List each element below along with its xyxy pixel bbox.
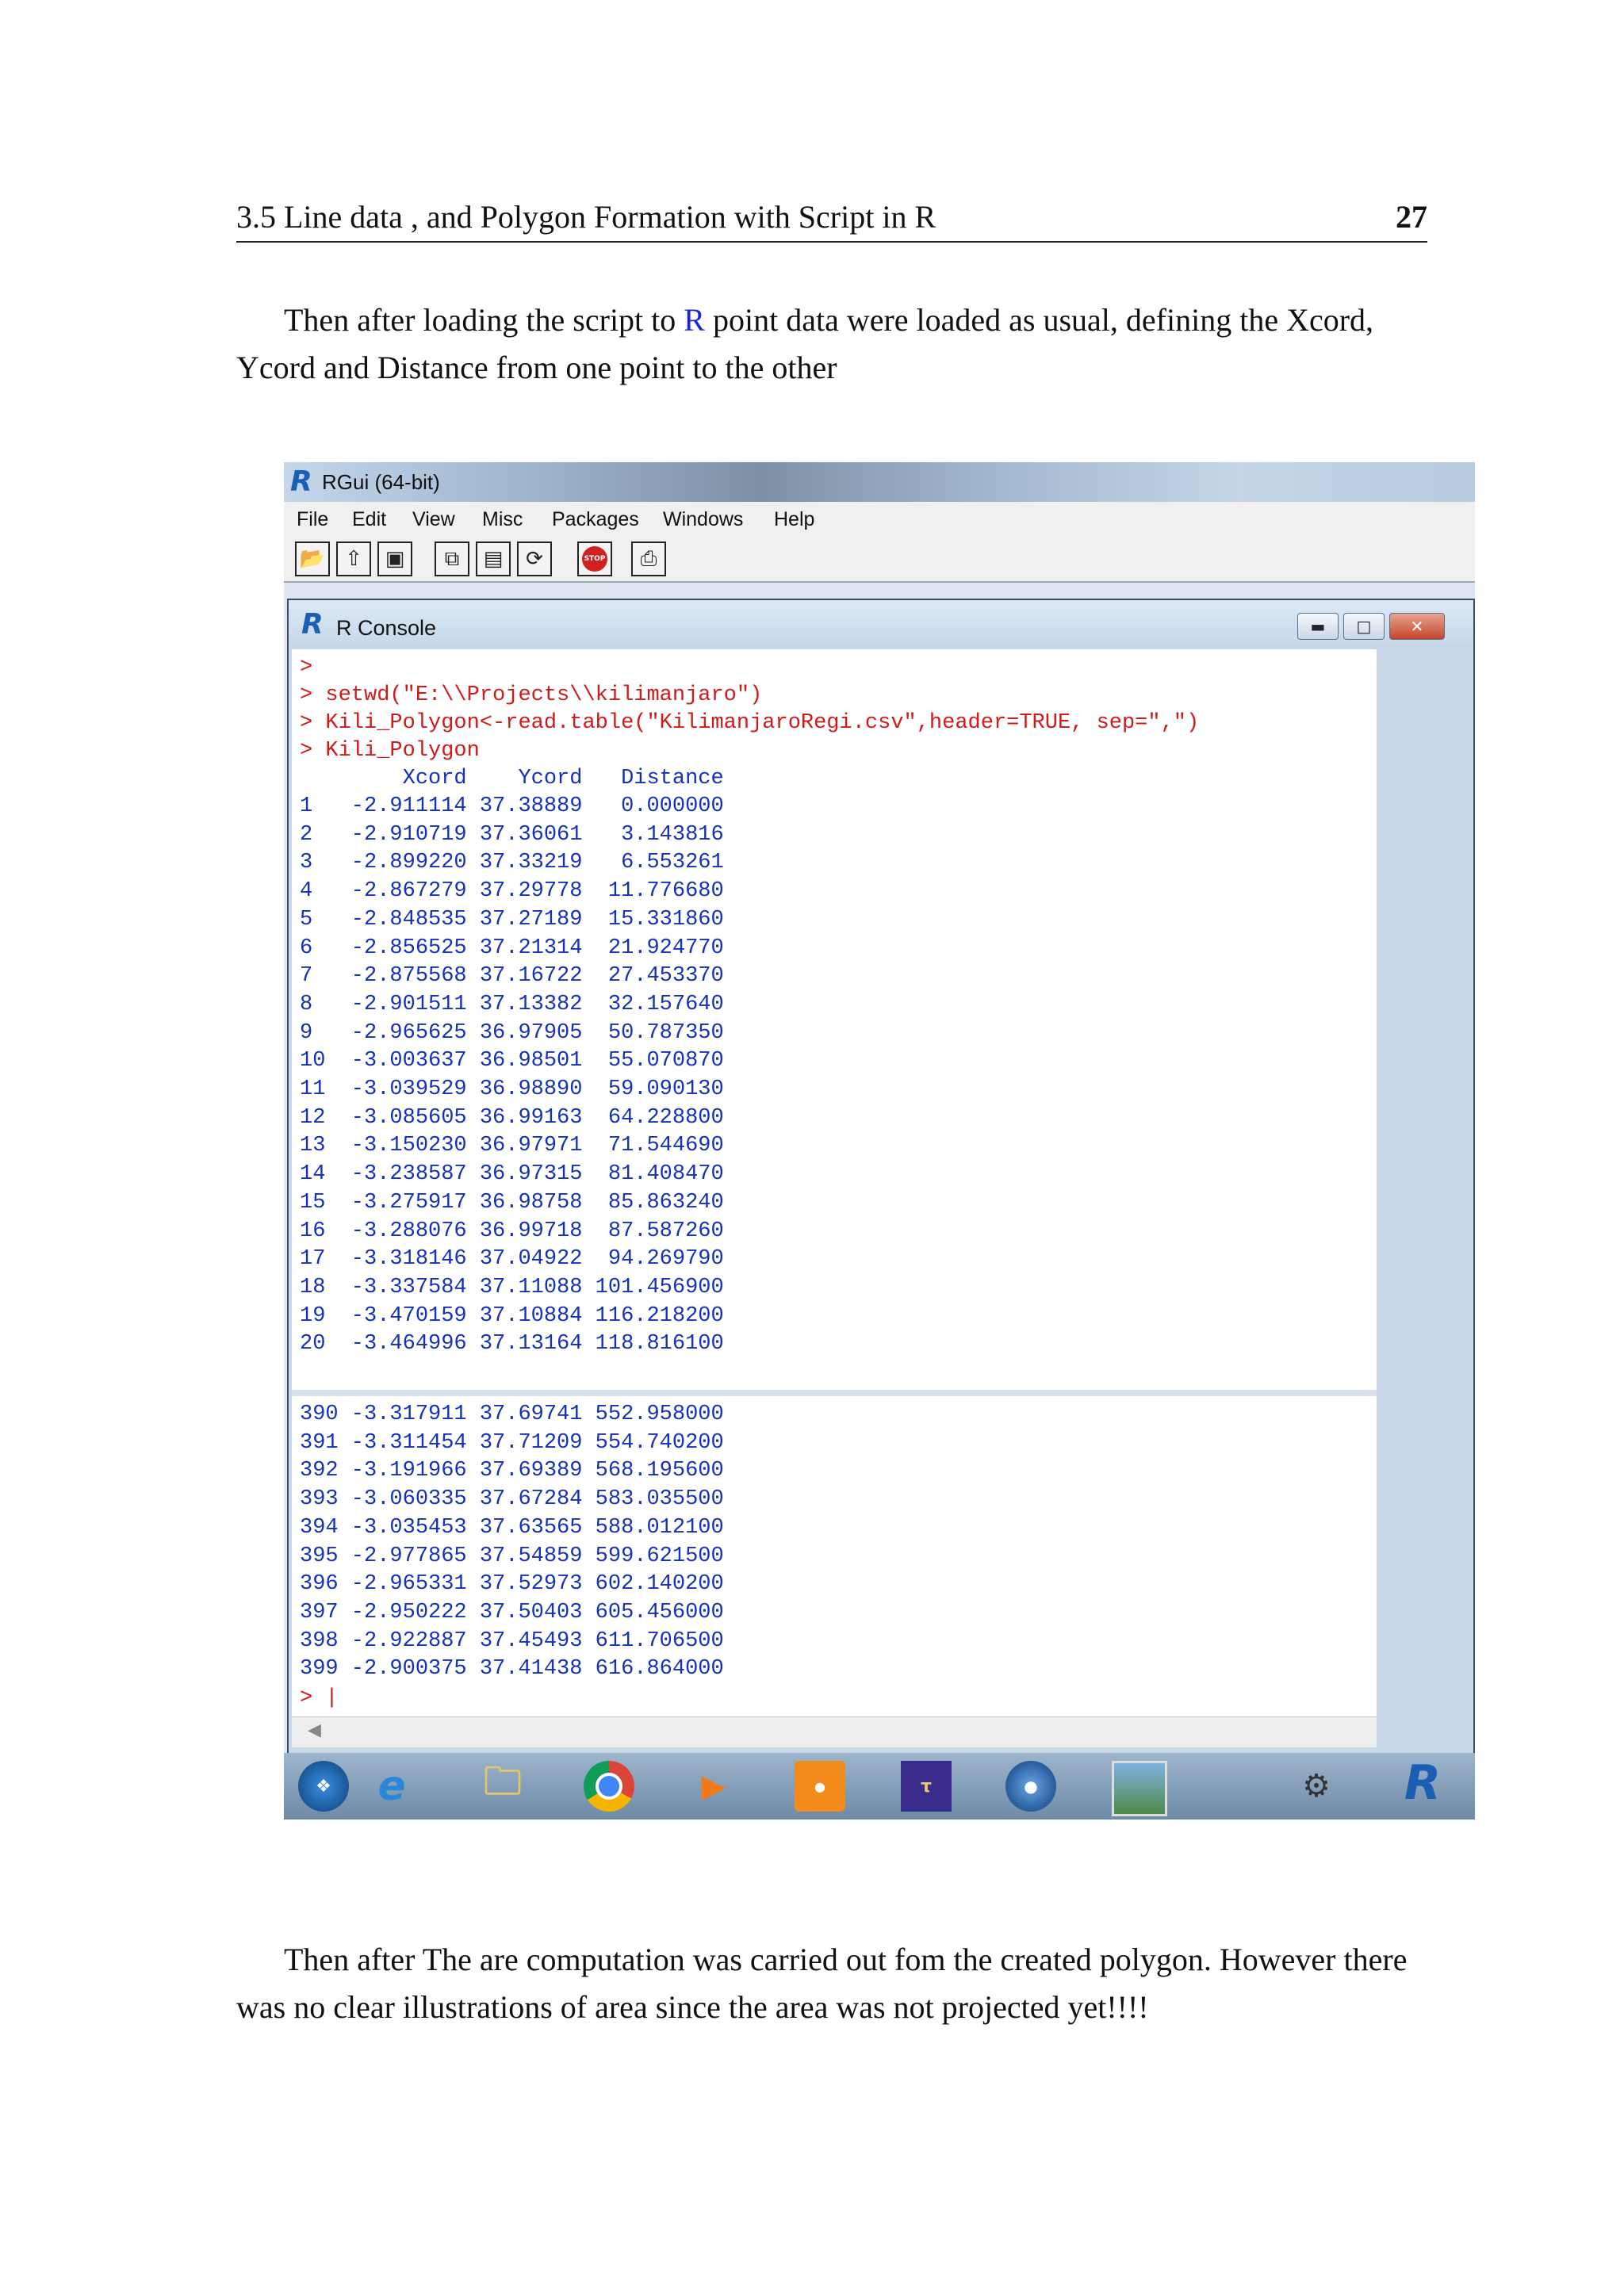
table-row: 12 -3.085605 36.99163 64.228800 xyxy=(300,1105,724,1130)
intro-paragraph: Then after loading the script to R point… xyxy=(236,297,1432,392)
table-row: 391 -3.311454 37.71209 554.740200 xyxy=(300,1430,724,1455)
table-row: 4 -2.867279 37.29778 11.776680 xyxy=(300,879,724,904)
table-row: 394 -3.035453 37.63565 588.012100 xyxy=(300,1515,724,1540)
console-command: > Kili_Polygon xyxy=(300,739,480,763)
table-row: 398 -2.922887 37.45493 611.706500 xyxy=(300,1628,724,1653)
chrome-center xyxy=(596,1773,622,1800)
menu-windows[interactable]: Windows xyxy=(663,508,743,531)
table-row: 20 -3.464996 37.13164 118.816100 xyxy=(300,1332,724,1357)
toolbar: 📂 ⇧ ▣ ⧉ ▤ ⟳ STOP ⎙ xyxy=(284,535,1475,583)
table-row: 397 -2.950222 37.50403 605.456000 xyxy=(300,1600,724,1624)
pdf-icon[interactable]: ● xyxy=(795,1761,845,1812)
table-row: 5 -2.848535 37.27189 15.331860 xyxy=(300,907,724,932)
table-row: 19 -3.470159 37.10884 116.218200 xyxy=(300,1303,724,1328)
file-explorer-icon[interactable]: 🗀 xyxy=(477,1759,528,1812)
r-link[interactable]: R xyxy=(684,302,705,338)
menu-help[interactable]: Help xyxy=(774,508,814,531)
table-row: 7 -2.875568 37.16722 27.453370 xyxy=(300,964,724,989)
r-icon[interactable]: R xyxy=(1397,1755,1448,1811)
horizontal-scrollbar[interactable]: ◀ xyxy=(292,1716,1377,1747)
console-prompt[interactable]: > | xyxy=(300,1686,339,1714)
paste-icon[interactable]: ▤ xyxy=(476,541,511,576)
rgui-window: R RGui (64-bit) File Edit View Misc Pack… xyxy=(284,462,1475,1820)
conclusion-paragraph: Then after The are computation was carri… xyxy=(236,1936,1432,2031)
console-output[interactable]: > > setwd("E:\\Projects\\kilimanjaro") >… xyxy=(292,649,1377,1747)
table-row: 395 -2.977865 37.54859 599.621500 xyxy=(300,1544,724,1568)
stop-icon[interactable]: STOP xyxy=(577,541,612,576)
console-titlebar: R R Console ▬ □ ✕ xyxy=(289,600,1473,649)
table-row: 13 -3.150230 36.97971 71.544690 xyxy=(300,1134,724,1158)
table-row: 392 -3.191966 37.69389 568.195600 xyxy=(300,1459,724,1483)
table-row: 11 -3.039529 36.98890 59.090130 xyxy=(300,1077,724,1101)
table-row: 3 -2.899220 37.33219 6.553261 xyxy=(300,851,724,875)
intro-text-start: Then after loading the script to xyxy=(284,302,684,338)
console-r-icon: R xyxy=(301,608,324,641)
save-icon[interactable]: ▣ xyxy=(377,541,412,576)
gis-tool-icon[interactable]: ⚙ xyxy=(1291,1761,1342,1812)
table-row: 399 -2.900375 37.41438 616.864000 xyxy=(300,1657,724,1682)
menu-edit[interactable]: Edit xyxy=(352,508,386,531)
console-title: R Console xyxy=(336,616,437,640)
table-row: 10 -3.003637 36.98501 55.070870 xyxy=(300,1049,724,1073)
table-row: 9 -2.965625 36.97905 50.787350 xyxy=(300,1020,724,1045)
table-row: 390 -3.317911 37.69741 552.958000 xyxy=(300,1402,724,1426)
scroll-left-icon[interactable]: ◀ xyxy=(308,1720,321,1740)
copy-icon[interactable]: ⧉ xyxy=(435,541,469,576)
tex-icon[interactable]: τ xyxy=(901,1761,952,1812)
table-row: 8 -2.901511 37.13382 32.157640 xyxy=(300,992,724,1016)
load-workspace-icon[interactable]: ⇧ xyxy=(336,541,371,576)
output-gap xyxy=(292,1390,1377,1396)
open-script-icon[interactable]: 📂 xyxy=(295,541,330,576)
print-icon[interactable]: ⎙ xyxy=(631,541,666,576)
maximize-icon[interactable]: □ xyxy=(1343,613,1385,640)
page-number: 27 xyxy=(1396,199,1427,235)
table-row: 393 -3.060335 37.67284 583.035500 xyxy=(300,1487,724,1512)
table-row: 6 -2.856525 37.21314 21.924770 xyxy=(300,936,724,960)
table-row: 18 -3.337584 37.11088 101.456900 xyxy=(300,1275,724,1299)
minimize-icon[interactable]: ▬ xyxy=(1297,613,1339,640)
table-row: 17 -3.318146 37.04922 94.269790 xyxy=(300,1247,724,1272)
conclusion-text: Then after The are computation was carri… xyxy=(236,1942,1408,2025)
internet-explorer-icon[interactable]: e xyxy=(366,1761,417,1812)
table-row: 1 -2.911114 37.38889 0.000000 xyxy=(300,794,724,818)
console-window: R R Console ▬ □ ✕ > > setwd("E:\\Project… xyxy=(287,599,1475,1758)
vertical-scrollbar[interactable] xyxy=(1377,649,1473,1747)
console-command: > Kili_Polygon<-read.table("KilimanjaroR… xyxy=(300,711,1200,735)
menu-packages[interactable]: Packages xyxy=(552,508,639,531)
table-row: 396 -2.965331 37.52973 602.140200 xyxy=(300,1572,724,1597)
menu-file[interactable]: File xyxy=(297,508,328,531)
chrome-icon[interactable] xyxy=(584,1761,634,1812)
close-icon[interactable]: ✕ xyxy=(1389,613,1445,640)
running-header: 3.5 Line data , and Polygon Formation wi… xyxy=(236,195,1427,243)
media-player-icon[interactable]: ▶ xyxy=(688,1761,739,1812)
table-row: 16 -3.288076 36.99718 87.587260 xyxy=(300,1219,724,1243)
menu-misc[interactable]: Misc xyxy=(482,508,523,531)
stop-sign-label: STOP xyxy=(582,546,607,572)
image-viewer-icon[interactable] xyxy=(1112,1761,1167,1816)
table-header: Xcord Ycord Distance xyxy=(300,767,724,790)
table-row: 2 -2.910719 37.36061 3.143816 xyxy=(300,822,724,847)
table-row: 14 -3.238587 36.97315 81.408470 xyxy=(300,1162,724,1187)
menu-view[interactable]: View xyxy=(412,508,455,531)
table-row: 15 -3.275917 36.98758 85.863240 xyxy=(300,1190,724,1215)
google-earth-icon[interactable]: ● xyxy=(1005,1761,1056,1812)
taskbar: ❖ e 🗀 ▶ ● τ ● ⚙ R xyxy=(284,1753,1475,1820)
start-orb-icon[interactable]: ❖ xyxy=(298,1761,349,1812)
rgui-titlebar: R RGui (64-bit) xyxy=(284,462,1475,502)
section-title: 3.5 Line data , and Polygon Formation wi… xyxy=(236,199,936,235)
refresh-icon[interactable]: ⟳ xyxy=(517,541,552,576)
console-command: > setwd("E:\\Projects\\kilimanjaro") xyxy=(300,683,763,707)
menu-bar: File Edit View Misc Packages Windows Hel… xyxy=(284,502,1475,536)
console-command: > xyxy=(300,656,313,679)
r-logo-icon: R xyxy=(290,465,312,498)
rgui-title: RGui (64-bit) xyxy=(322,470,440,494)
